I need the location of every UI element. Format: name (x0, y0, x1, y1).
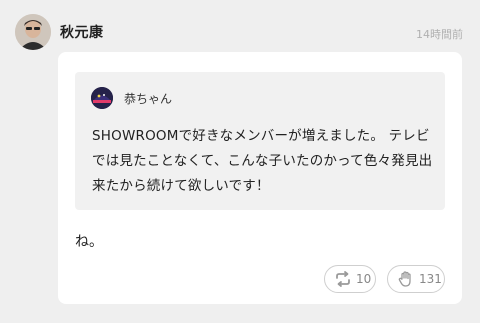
post-card: 恭ちゃん SHOWROOMで好きなメンバーが増えました。 テレビでは見たことなく… (58, 52, 462, 304)
quoted-comment-text: SHOWROOMで好きなメンバーが増えました。 テレビでは見たことなくて、こんな… (92, 128, 433, 194)
quoted-comment: 恭ちゃん SHOWROOMで好きなメンバーが増えました。 テレビでは見たことなく… (75, 72, 445, 210)
repost-icon (334, 270, 352, 288)
quoted-author-name[interactable]: 恭ちゃん (124, 90, 172, 107)
post-header: 秋元康 14時間前 (0, 0, 480, 56)
post-timestamp: 14時間前 (416, 28, 463, 41)
author-avatar[interactable] (15, 14, 51, 50)
clap-button[interactable]: 131 (387, 265, 445, 293)
reply-text: ね。 (75, 234, 103, 250)
repost-count: 10 (356, 272, 372, 286)
author-name[interactable]: 秋元康 (60, 22, 104, 42)
cap-avatar-image (91, 87, 113, 109)
clap-hand-icon (397, 270, 415, 288)
author-avatar-image (15, 14, 51, 50)
clap-count: 131 (419, 272, 442, 286)
repost-button[interactable]: 10 (324, 265, 376, 293)
quoted-author-avatar[interactable] (91, 87, 113, 109)
